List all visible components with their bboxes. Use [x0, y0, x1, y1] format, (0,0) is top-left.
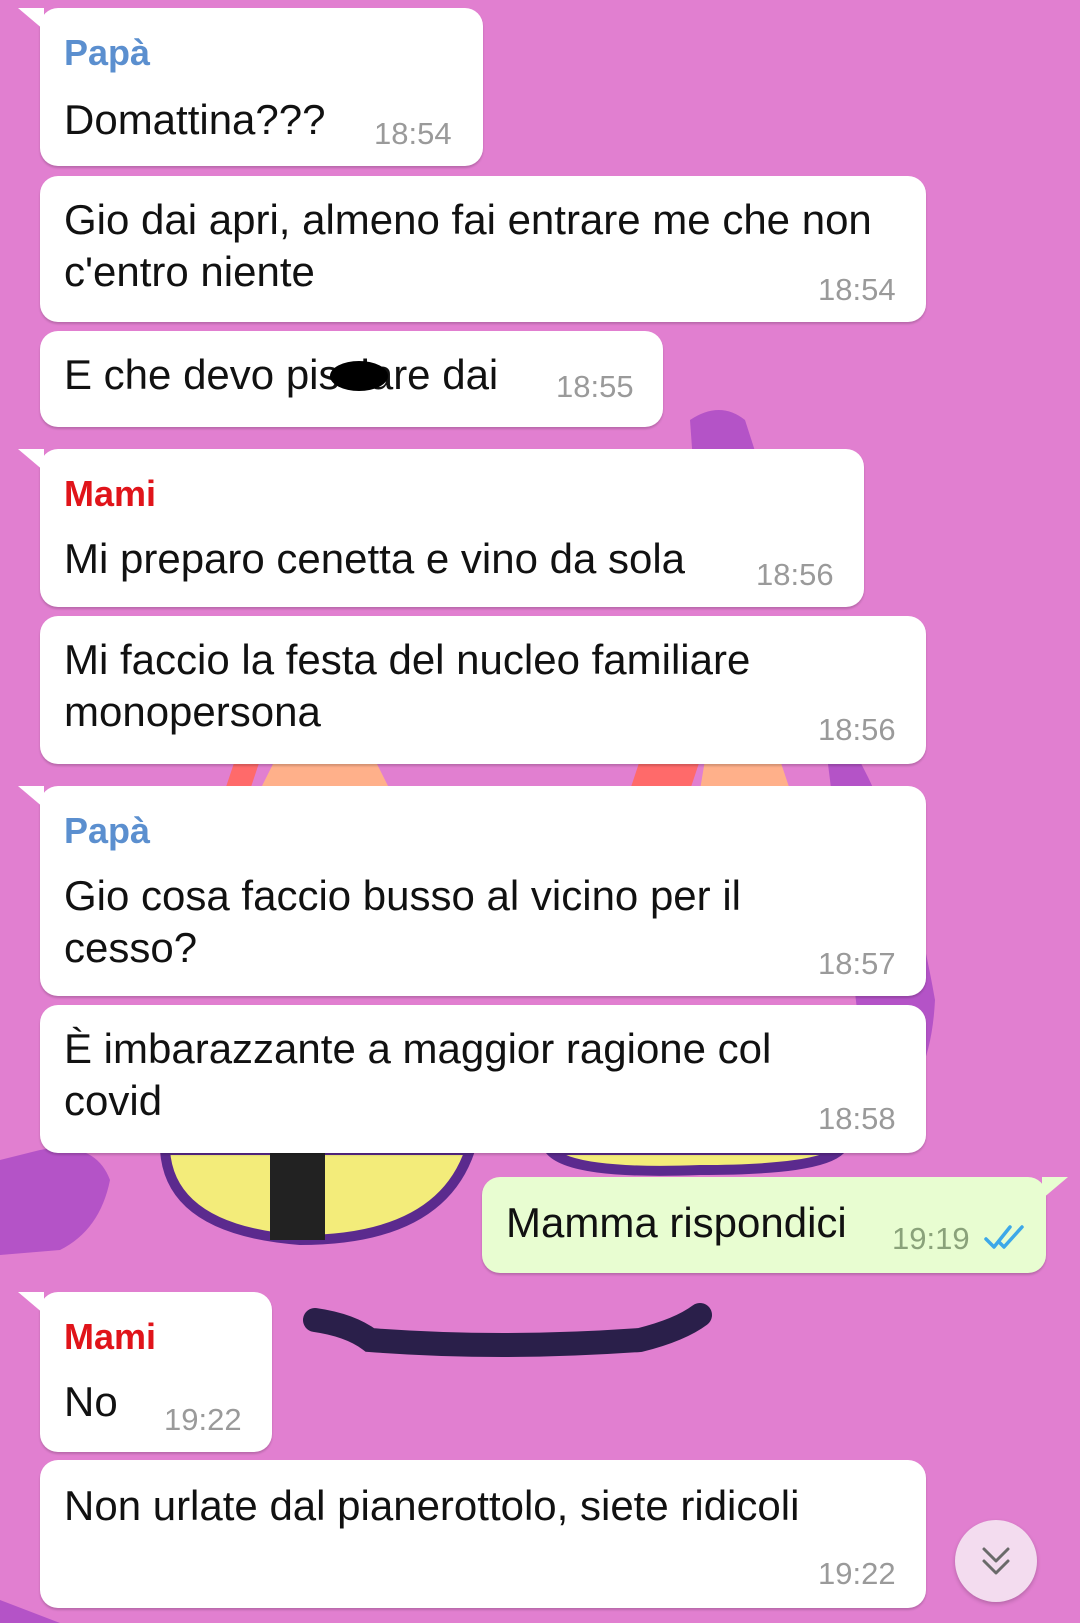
message-bubble-incoming[interactable]: Mami Mi preparo cenetta e vino da sola 1… [18, 449, 864, 607]
redaction-mark [330, 361, 388, 391]
message-bubble-incoming[interactable]: Papà Domattina??? 18:54 [18, 8, 483, 166]
message-text: E che devo pisciare dai [64, 351, 499, 398]
chevron-double-down-icon [982, 1547, 1010, 1575]
message-text: No [64, 1378, 118, 1425]
message-bubble-incoming[interactable]: Mami No 19:22 [18, 1292, 272, 1452]
message-bubble-incoming[interactable]: Non urlate dal pianerottolo, siete ridic… [40, 1460, 926, 1608]
message-text: Non urlate dal pianerottolo, siete ridic… [64, 1482, 800, 1529]
sender-name: Papà [64, 810, 151, 851]
sender-name: Papà [64, 32, 151, 73]
message-time: 18:58 [818, 1101, 896, 1136]
message-text: Mi faccio la festa del nucleo familiare … [64, 636, 751, 735]
message-time: 18:57 [818, 946, 896, 981]
message-bubble-incoming[interactable]: E che devo pisciare dai 18:55 [40, 331, 663, 427]
message-time: 18:56 [756, 557, 834, 592]
message-time: 19:22 [164, 1402, 242, 1437]
message-bubble-incoming[interactable]: Gio dai apri, almeno fai entrare me che … [40, 176, 926, 322]
message-bubble-incoming[interactable]: Mi faccio la festa del nucleo familiare … [40, 616, 926, 764]
message-bubble-incoming[interactable]: Papà Gio cosa faccio busso al vicino per… [18, 786, 926, 996]
message-text: Mi preparo cenetta e vino da sola [64, 535, 686, 582]
message-time: 19:22 [818, 1556, 896, 1591]
message-time: 18:56 [818, 712, 896, 747]
scroll-to-bottom-button[interactable] [955, 1520, 1037, 1602]
message-text: Domattina??? [64, 96, 326, 143]
message-time: 19:19 [892, 1221, 970, 1256]
message-text: Mamma rispondici [506, 1199, 847, 1246]
sender-name: Mami [64, 473, 157, 514]
message-time: 18:54 [818, 272, 896, 307]
message-time: 18:54 [374, 116, 452, 151]
message-text: È imbarazzante a maggior ragione col cov… [64, 1025, 772, 1124]
message-text: Gio cosa faccio busso al vicino per il c… [64, 872, 741, 971]
double-check-icon [984, 1225, 1024, 1249]
message-bubble-outgoing[interactable]: Mamma rispondici 19:19 [482, 1177, 1068, 1273]
message-text: Gio dai apri, almeno fai entrare me che … [64, 196, 872, 295]
sender-name: Mami [64, 1316, 157, 1357]
message-bubble-incoming[interactable]: È imbarazzante a maggior ragione col cov… [40, 1005, 926, 1153]
message-time: 18:55 [556, 369, 634, 404]
